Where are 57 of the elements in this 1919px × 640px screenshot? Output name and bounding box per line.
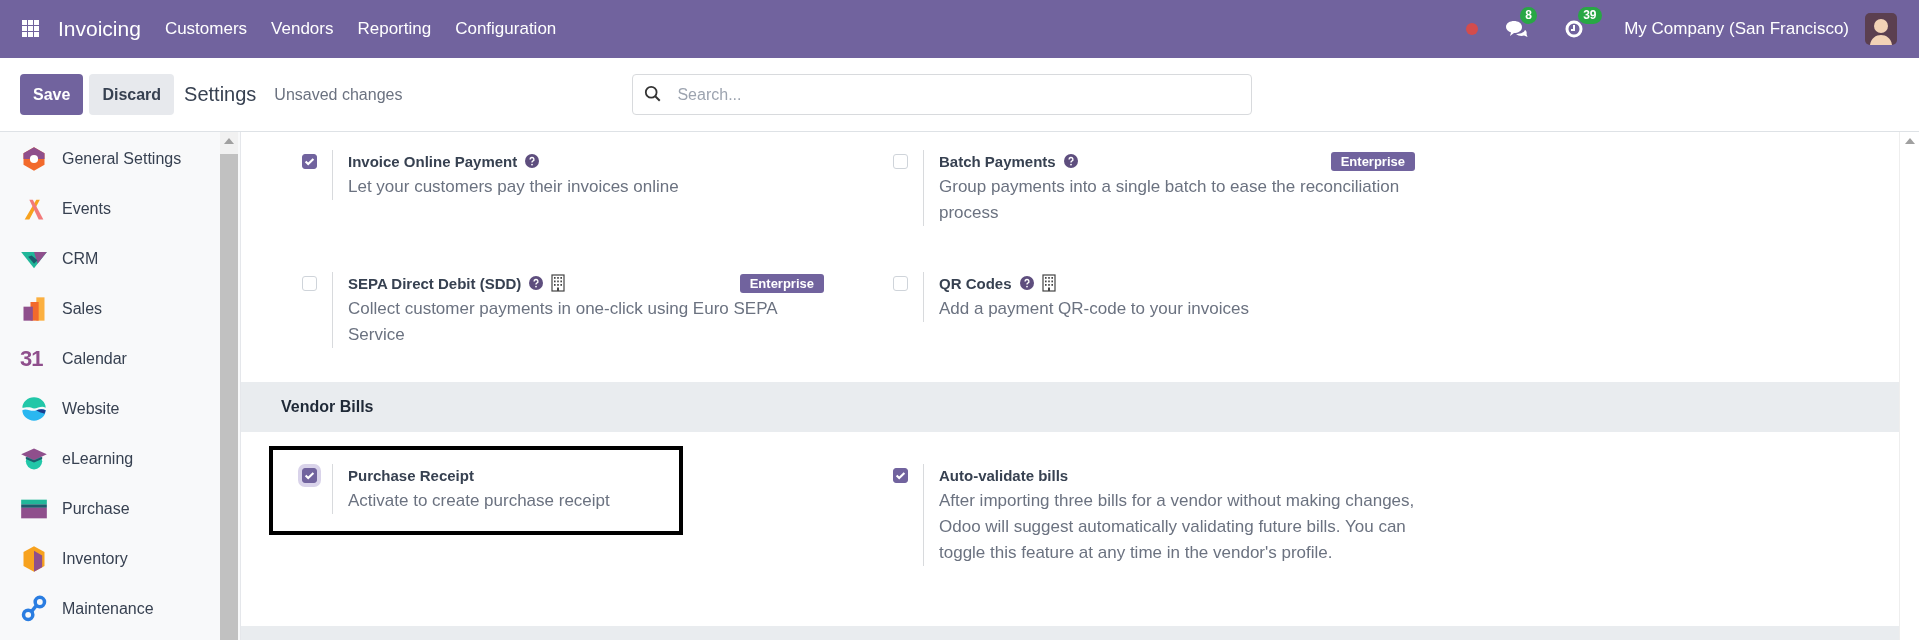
setting-description: Activate to create purchase receipt — [348, 490, 611, 512]
setting-description: After importing three bills for a vendor without making changes, Odoo will suggest automatically validating future bills. You can toggle this feature at any time in the vendor's profile. — [939, 490, 1415, 564]
setting-title: Invoice Online Payment — [348, 152, 518, 170]
avatar-icon[interactable] — [1865, 13, 1897, 45]
setting-description: Add a payment QR-code to your invoices — [939, 298, 1250, 320]
setting-description: Let your customers pay their invoices online — [348, 176, 680, 198]
link-icon — [20, 595, 48, 623]
sidebar-item[interactable]: CRM — [0, 234, 220, 284]
sidebar-item[interactable]: 31 Calendar — [0, 334, 220, 384]
enterprise-badge: Enterprise — [1330, 151, 1415, 171]
menu-item[interactable]: Reporting — [357, 19, 432, 39]
help-icon[interactable] — [525, 154, 540, 168]
setting-title: SEPA Direct Debit (SDD) — [348, 274, 522, 292]
sidebar-item[interactable]: Purchase — [0, 484, 220, 534]
checkmark-icon — [894, 469, 907, 482]
setting-title: Purchase Receipt — [348, 466, 474, 484]
section-title: Vendor Bills — [281, 398, 374, 416]
search-icon — [644, 85, 663, 103]
discard-button[interactable]: Discard — [89, 74, 175, 115]
checkbox[interactable] — [302, 154, 317, 169]
setting-title: Batch Payments — [939, 152, 1056, 170]
unsaved-status: Unsaved changes — [274, 85, 403, 104]
setting-title: Auto-validate bills — [939, 466, 1069, 484]
sidebar-item[interactable]: Maintenance — [0, 584, 220, 634]
company-switcher[interactable]: My Company (San Francisco) — [1624, 19, 1849, 39]
save-button[interactable]: Save — [20, 74, 84, 115]
globe-icon — [20, 395, 48, 423]
calendar-icon: 31 — [20, 346, 48, 372]
checkmark-icon — [303, 469, 316, 482]
help-icon[interactable] — [1019, 276, 1034, 290]
status-dot-icon[interactable] — [1466, 23, 1479, 35]
menu-item[interactable]: Configuration — [455, 19, 557, 39]
enterprise-badge: Enterprise — [739, 273, 824, 293]
notification-badge: 39 — [1578, 7, 1602, 24]
sidebar-item[interactable]: Website — [0, 384, 220, 434]
sidebar-item[interactable]: eLearning — [0, 434, 220, 484]
help-icon[interactable] — [529, 276, 544, 290]
checkbox[interactable] — [893, 468, 908, 483]
sidebar-item[interactable]: Sales — [0, 284, 220, 334]
checkmark-icon — [303, 155, 316, 168]
sidebar-item[interactable]: Inventory — [0, 534, 220, 584]
setting-description: Group payments into a single batch to ease the reconciliation process — [939, 176, 1401, 224]
chat-icon[interactable] — [1504, 19, 1529, 39]
setting-description: Collect customer payments in one-click using Euro SEPA Service — [348, 298, 779, 346]
sidebar-item[interactable]: General Settings — [0, 134, 220, 184]
setting-title: QR Codes — [939, 274, 1012, 292]
scrollbar[interactable] — [220, 132, 238, 640]
notification-badge: 8 — [1520, 7, 1537, 24]
scroll-up-arrow-icon[interactable] — [1904, 138, 1915, 144]
search-field[interactable]: Search... — [632, 74, 1253, 115]
app-name[interactable]: Invoicing — [58, 17, 141, 41]
sidebar-item[interactable]: Events — [0, 184, 220, 234]
menu-item[interactable]: Vendors — [271, 19, 334, 39]
help-icon[interactable] — [1063, 154, 1078, 168]
menu-item[interactable]: Customers — [164, 19, 248, 39]
page-title: Settings — [184, 83, 257, 106]
apps-menu-icon[interactable] — [22, 20, 40, 38]
